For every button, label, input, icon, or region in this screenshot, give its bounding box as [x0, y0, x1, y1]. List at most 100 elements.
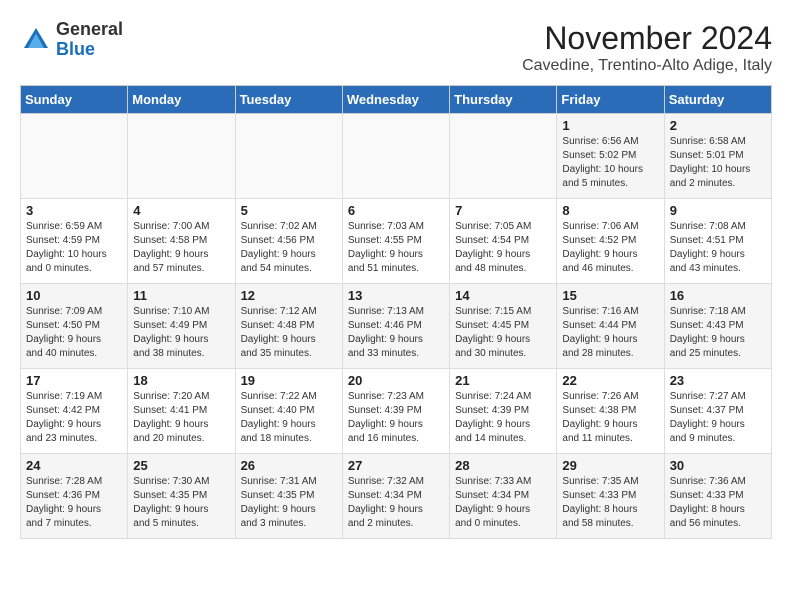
calendar-cell [21, 114, 128, 199]
day-number: 29 [562, 458, 658, 473]
calendar-cell: 11 Sunrise: 7:10 AM Sunset: 4:49 PM Dayli… [128, 284, 235, 369]
day-info: Sunrise: 7:08 AM Sunset: 4:51 PM Dayligh… [670, 220, 766, 276]
calendar-cell: 15 Sunrise: 7:16 AM Sunset: 4:44 PM Dayli… [557, 284, 664, 369]
day-number: 2 [670, 118, 766, 133]
calendar-week-row: 17 Sunrise: 7:19 AM Sunset: 4:42 PM Dayli… [21, 369, 772, 454]
weekday-header: Friday [557, 86, 664, 114]
calendar-week-row: 3 Sunrise: 6:59 AM Sunset: 4:59 PM Daylig… [21, 199, 772, 284]
day-info: Sunrise: 7:00 AM Sunset: 4:58 PM Dayligh… [133, 220, 229, 276]
calendar-cell: 16Sunrise: 7:18 AM Sunset: 4:43 PM Dayli… [664, 284, 771, 369]
page-header: General Blue November 2024 Cavedine, Tre… [20, 20, 772, 75]
day-number: 7 [455, 203, 551, 218]
day-number: 10 [26, 288, 122, 303]
day-number: 28 [455, 458, 551, 473]
day-info: Sunrise: 7:12 AM Sunset: 4:48 PM Dayligh… [241, 305, 337, 361]
logo-icon [20, 24, 52, 56]
day-number: 24 [26, 458, 122, 473]
calendar-cell: 26Sunrise: 7:31 AM Sunset: 4:35 PM Dayli… [235, 454, 342, 539]
calendar-cell: 23 Sunrise: 7:27 AM Sunset: 4:37 PM Dayli… [664, 369, 771, 454]
day-info: Sunrise: 6:58 AM Sunset: 5:01 PM Dayligh… [670, 135, 766, 191]
calendar-cell: 6 Sunrise: 7:03 AM Sunset: 4:55 PM Daylig… [342, 199, 449, 284]
day-info: Sunrise: 7:30 AM Sunset: 4:35 PM Dayligh… [133, 475, 229, 531]
day-number: 3 [26, 203, 122, 218]
day-info: Sunrise: 7:02 AM Sunset: 4:56 PM Dayligh… [241, 220, 337, 276]
day-number: 6 [348, 203, 444, 218]
calendar-cell: 13 Sunrise: 7:13 AM Sunset: 4:46 PM Dayli… [342, 284, 449, 369]
day-number: 20 [348, 373, 444, 388]
calendar-cell: 8Sunrise: 7:06 AM Sunset: 4:52 PM Daylig… [557, 199, 664, 284]
calendar-table: SundayMondayTuesdayWednesdayThursdayFrid… [20, 85, 772, 539]
day-info: Sunrise: 7:35 AM Sunset: 4:33 PM Dayligh… [562, 475, 658, 531]
day-info: Sunrise: 6:56 AM Sunset: 5:02 PM Dayligh… [562, 135, 658, 191]
weekday-header: Saturday [664, 86, 771, 114]
day-number: 1 [562, 118, 658, 133]
day-number: 13 [348, 288, 444, 303]
day-number: 18 [133, 373, 229, 388]
calendar-cell: 20 Sunrise: 7:23 AM Sunset: 4:39 PM Dayli… [342, 369, 449, 454]
calendar-cell: 3 Sunrise: 6:59 AM Sunset: 4:59 PM Daylig… [21, 199, 128, 284]
calendar-cell: 12 Sunrise: 7:12 AM Sunset: 4:48 PM Dayli… [235, 284, 342, 369]
weekday-header-row: SundayMondayTuesdayWednesdayThursdayFrid… [21, 86, 772, 114]
day-number: 14 [455, 288, 551, 303]
day-info: Sunrise: 7:18 AM Sunset: 4:43 PM Dayligh… [670, 305, 766, 361]
location: Cavedine, Trentino-Alto Adige, Italy [522, 57, 772, 75]
day-number: 8 [562, 203, 658, 218]
calendar-cell: 25 Sunrise: 7:30 AM Sunset: 4:35 PM Dayli… [128, 454, 235, 539]
day-info: Sunrise: 7:27 AM Sunset: 4:37 PM Dayligh… [670, 390, 766, 446]
day-info: Sunrise: 7:03 AM Sunset: 4:55 PM Dayligh… [348, 220, 444, 276]
day-number: 27 [348, 458, 444, 473]
day-info: Sunrise: 7:19 AM Sunset: 4:42 PM Dayligh… [26, 390, 122, 446]
calendar-cell: 30Sunrise: 7:36 AM Sunset: 4:33 PM Dayli… [664, 454, 771, 539]
calendar-cell: 19Sunrise: 7:22 AM Sunset: 4:40 PM Dayli… [235, 369, 342, 454]
day-info: Sunrise: 6:59 AM Sunset: 4:59 PM Dayligh… [26, 220, 122, 276]
day-number: 25 [133, 458, 229, 473]
day-info: Sunrise: 7:32 AM Sunset: 4:34 PM Dayligh… [348, 475, 444, 531]
calendar-cell: 10 Sunrise: 7:09 AM Sunset: 4:50 PM Dayli… [21, 284, 128, 369]
day-number: 15 [562, 288, 658, 303]
calendar-cell [128, 114, 235, 199]
day-number: 17 [26, 373, 122, 388]
day-info: Sunrise: 7:33 AM Sunset: 4:34 PM Dayligh… [455, 475, 551, 531]
weekday-header: Tuesday [235, 86, 342, 114]
calendar-cell: 14 Sunrise: 7:15 AM Sunset: 4:45 PM Dayli… [450, 284, 557, 369]
calendar-cell [342, 114, 449, 199]
weekday-header: Monday [128, 86, 235, 114]
day-number: 12 [241, 288, 337, 303]
day-number: 19 [241, 373, 337, 388]
weekday-header: Thursday [450, 86, 557, 114]
day-number: 22 [562, 373, 658, 388]
day-number: 5 [241, 203, 337, 218]
day-info: Sunrise: 7:05 AM Sunset: 4:54 PM Dayligh… [455, 220, 551, 276]
calendar-cell [235, 114, 342, 199]
day-info: Sunrise: 7:10 AM Sunset: 4:49 PM Dayligh… [133, 305, 229, 361]
day-number: 11 [133, 288, 229, 303]
day-number: 4 [133, 203, 229, 218]
day-info: Sunrise: 7:15 AM Sunset: 4:45 PM Dayligh… [455, 305, 551, 361]
calendar-cell: 28 Sunrise: 7:33 AM Sunset: 4:34 PM Dayli… [450, 454, 557, 539]
day-info: Sunrise: 7:13 AM Sunset: 4:46 PM Dayligh… [348, 305, 444, 361]
calendar-cell: 29 Sunrise: 7:35 AM Sunset: 4:33 PM Dayli… [557, 454, 664, 539]
day-number: 9 [670, 203, 766, 218]
calendar-cell: 4 Sunrise: 7:00 AM Sunset: 4:58 PM Daylig… [128, 199, 235, 284]
calendar-cell: 24 Sunrise: 7:28 AM Sunset: 4:36 PM Dayli… [21, 454, 128, 539]
weekday-header: Wednesday [342, 86, 449, 114]
calendar-week-row: 10 Sunrise: 7:09 AM Sunset: 4:50 PM Dayli… [21, 284, 772, 369]
calendar-cell: 21 Sunrise: 7:24 AM Sunset: 4:39 PM Dayli… [450, 369, 557, 454]
day-number: 30 [670, 458, 766, 473]
day-info: Sunrise: 7:23 AM Sunset: 4:39 PM Dayligh… [348, 390, 444, 446]
day-info: Sunrise: 7:09 AM Sunset: 4:50 PM Dayligh… [26, 305, 122, 361]
day-number: 23 [670, 373, 766, 388]
day-info: Sunrise: 7:28 AM Sunset: 4:36 PM Dayligh… [26, 475, 122, 531]
day-number: 26 [241, 458, 337, 473]
title-section: November 2024 Cavedine, Trentino-Alto Ad… [522, 20, 772, 75]
calendar-cell: 2 Sunrise: 6:58 AM Sunset: 5:01 PM Daylig… [664, 114, 771, 199]
logo-text: General Blue [56, 20, 123, 60]
day-number: 21 [455, 373, 551, 388]
day-info: Sunrise: 7:16 AM Sunset: 4:44 PM Dayligh… [562, 305, 658, 361]
calendar-cell: 17 Sunrise: 7:19 AM Sunset: 4:42 PM Dayli… [21, 369, 128, 454]
day-info: Sunrise: 7:24 AM Sunset: 4:39 PM Dayligh… [455, 390, 551, 446]
calendar-cell: 5 Sunrise: 7:02 AM Sunset: 4:56 PM Daylig… [235, 199, 342, 284]
calendar-cell: 7 Sunrise: 7:05 AM Sunset: 4:54 PM Daylig… [450, 199, 557, 284]
day-info: Sunrise: 7:20 AM Sunset: 4:41 PM Dayligh… [133, 390, 229, 446]
calendar-cell: 27 Sunrise: 7:32 AM Sunset: 4:34 PM Dayli… [342, 454, 449, 539]
